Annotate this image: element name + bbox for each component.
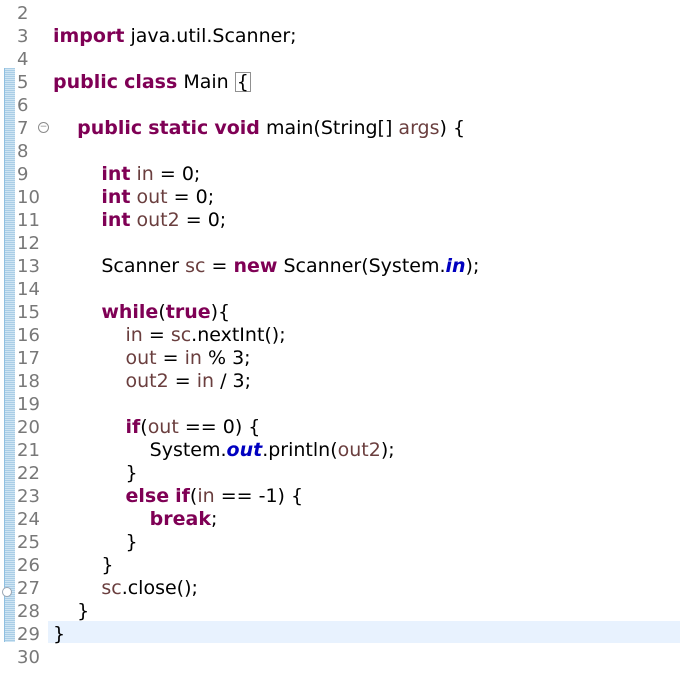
code-line[interactable]: 8	[0, 140, 680, 163]
line-number: 11	[17, 210, 40, 231]
code-text[interactable]: }	[53, 531, 137, 554]
line-number: 13	[17, 256, 40, 277]
code-line[interactable]: 11 int out2 = 0;	[0, 209, 680, 232]
code-line[interactable]: 13 Scanner sc = new Scanner(System.in);	[0, 255, 680, 278]
line-number: 16	[17, 325, 40, 346]
code-text[interactable]: int in = 0;	[53, 163, 200, 186]
code-line[interactable]: 20 if(out == 0) {	[0, 416, 680, 439]
code-text[interactable]: if(out == 0) {	[53, 416, 260, 439]
line-number: 8	[17, 141, 29, 162]
code-text[interactable]: int out2 = 0;	[53, 209, 226, 232]
line-number: 17	[17, 348, 40, 369]
code-text[interactable]: }	[53, 600, 89, 623]
code-text[interactable]: Scanner sc = new Scanner(System.in);	[53, 255, 479, 278]
code-line[interactable]: 25 }	[0, 531, 680, 554]
code-line[interactable]: 14	[0, 278, 680, 301]
code-text[interactable]: break;	[53, 508, 218, 531]
code-line[interactable]: 28 }	[0, 600, 680, 623]
line-number: 25	[17, 532, 40, 553]
line-number: 4	[17, 49, 29, 70]
code-line[interactable]: 16 in = sc.nextInt();	[0, 324, 680, 347]
code-text[interactable]: while(true){	[53, 301, 230, 324]
line-number: 3	[17, 26, 29, 47]
line-number: 5	[17, 72, 29, 93]
line-number: 30	[17, 647, 40, 668]
line-number: 21	[17, 440, 40, 461]
code-text[interactable]: sc.close();	[53, 577, 198, 600]
code-line[interactable]: 9 int in = 0;	[0, 163, 680, 186]
code-line[interactable]: 12	[0, 232, 680, 255]
fold-collapse-icon[interactable]: −	[38, 122, 49, 133]
line-number: 24	[17, 509, 40, 530]
code-text[interactable]: int out = 0;	[53, 186, 214, 209]
line-number: 20	[17, 417, 40, 438]
code-text[interactable]: out = in % 3;	[53, 347, 250, 370]
line-number: 19	[17, 394, 40, 415]
code-line[interactable]: 17 out = in % 3;	[0, 347, 680, 370]
code-line[interactable]: 19	[0, 393, 680, 416]
line-number: 14	[17, 279, 40, 300]
code-line[interactable]: 23 else if(in == -1) {	[0, 485, 680, 508]
code-line[interactable]: 15 while(true){	[0, 301, 680, 324]
code-line[interactable]: 10 int out = 0;	[0, 186, 680, 209]
line-number: 10	[17, 187, 40, 208]
code-line[interactable]: 26 }	[0, 554, 680, 577]
code-line[interactable]: 4	[0, 48, 680, 71]
line-number: 29	[17, 624, 40, 645]
code-line[interactable]: 3 import java.util.Scanner;	[0, 25, 680, 48]
code-line[interactable]: 22 }	[0, 462, 680, 485]
code-line[interactable]: 21 System.out.println(out2);	[0, 439, 680, 462]
code-line[interactable]: 30	[0, 646, 680, 669]
code-text[interactable]: out2 = in / 3;	[53, 370, 251, 393]
line-number: 9	[17, 164, 29, 185]
line-number: 27	[17, 578, 40, 599]
line-number: 6	[17, 95, 29, 116]
code-text[interactable]: System.out.println(out2);	[53, 439, 395, 462]
code-text[interactable]: import java.util.Scanner;	[53, 25, 297, 48]
code-line[interactable]: 5 public class Main {	[0, 71, 680, 94]
code-line[interactable]: 18 out2 = in / 3;	[0, 370, 680, 393]
code-text[interactable]: public class Main {	[53, 71, 251, 94]
line-number: 2	[17, 3, 29, 24]
code-line[interactable]: 2	[0, 2, 680, 25]
code-line[interactable]: 6	[0, 94, 680, 117]
code-text[interactable]: public static void main(String[] args) {	[53, 117, 465, 140]
code-text[interactable]: else if(in == -1) {	[53, 485, 303, 508]
line-number: 26	[17, 555, 40, 576]
line-number: 12	[17, 233, 40, 254]
line-number: 18	[17, 371, 40, 392]
line-number: 28	[17, 601, 40, 622]
line-number: 23	[17, 486, 40, 507]
code-text[interactable]: in = sc.nextInt();	[53, 324, 285, 347]
code-line[interactable]: 27 sc.close();	[0, 577, 680, 600]
code-text[interactable]: }	[53, 554, 113, 577]
code-line[interactable]: 29}	[0, 623, 680, 646]
line-number: 15	[17, 302, 40, 323]
line-number: 22	[17, 463, 40, 484]
code-line[interactable]: 7− public static void main(String[] args…	[0, 117, 680, 140]
code-line[interactable]: 24 break;	[0, 508, 680, 531]
code-text[interactable]: }	[53, 623, 65, 646]
code-editor[interactable]: 2 3 import java.util.Scanner; 4 5 public clas…	[0, 0, 680, 693]
code-text[interactable]: }	[53, 462, 137, 485]
